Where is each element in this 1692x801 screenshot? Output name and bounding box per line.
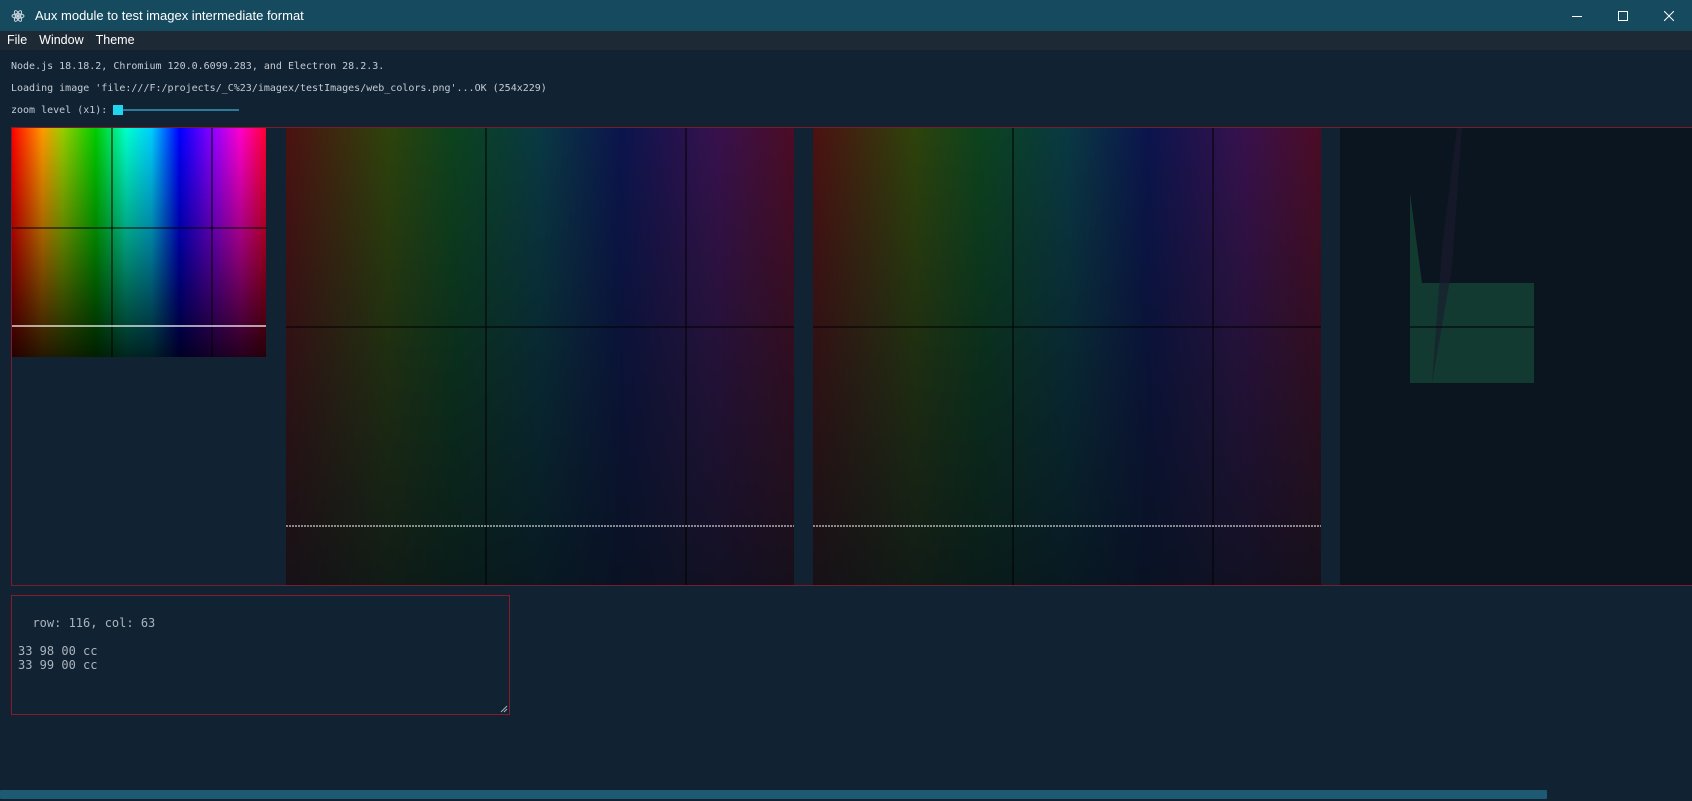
window-title: Aux module to test imagex intermediate f… (35, 8, 304, 23)
pixel-info-text: row: 116, col: 63 33 98 00 cc 33 99 00 c… (18, 616, 156, 672)
menu-theme[interactable]: Theme (90, 31, 141, 50)
resize-grip-icon[interactable] (499, 704, 508, 713)
original-image[interactable] (12, 128, 266, 357)
menu-file[interactable]: File (0, 31, 33, 50)
menu-window[interactable]: Window (33, 31, 89, 50)
pixel-info-textarea[interactable]: row: 116, col: 63 33 98 00 cc 33 99 00 c… (11, 595, 510, 715)
window-controls (1554, 0, 1692, 31)
minimize-button[interactable] (1554, 0, 1600, 31)
menu-bar: File Window Theme (0, 31, 1692, 50)
close-icon (1664, 10, 1674, 21)
loading-status-text: Loading image 'file:///F:/projects/_C%23… (11, 83, 547, 94)
maximize-icon (1618, 10, 1628, 21)
horizontal-scrollbar[interactable] (0, 788, 1692, 801)
zoomed-view-3[interactable] (1340, 128, 1692, 586)
electron-icon (10, 8, 26, 24)
image-canvas-area[interactable] (11, 127, 1692, 586)
minimize-icon (1572, 15, 1582, 17)
horizontal-scrollbar-thumb[interactable] (0, 790, 1547, 799)
zoom-label: zoom level (x1): (11, 104, 108, 116)
zoom-slider[interactable] (113, 104, 240, 116)
close-button[interactable] (1646, 0, 1692, 31)
versions-text: Node.js 18.18.2, Chromium 120.0.6099.283… (11, 61, 385, 72)
zoom-slider-track (113, 109, 240, 111)
zoomed-view-1[interactable] (286, 128, 794, 586)
zoomed-view-2[interactable] (813, 128, 1321, 586)
maximize-button[interactable] (1600, 0, 1646, 31)
zoom-slider-thumb[interactable] (113, 105, 124, 115)
title-bar[interactable]: Aux module to test imagex intermediate f… (0, 0, 1692, 31)
zoom-control: zoom level (x1): (11, 104, 240, 116)
